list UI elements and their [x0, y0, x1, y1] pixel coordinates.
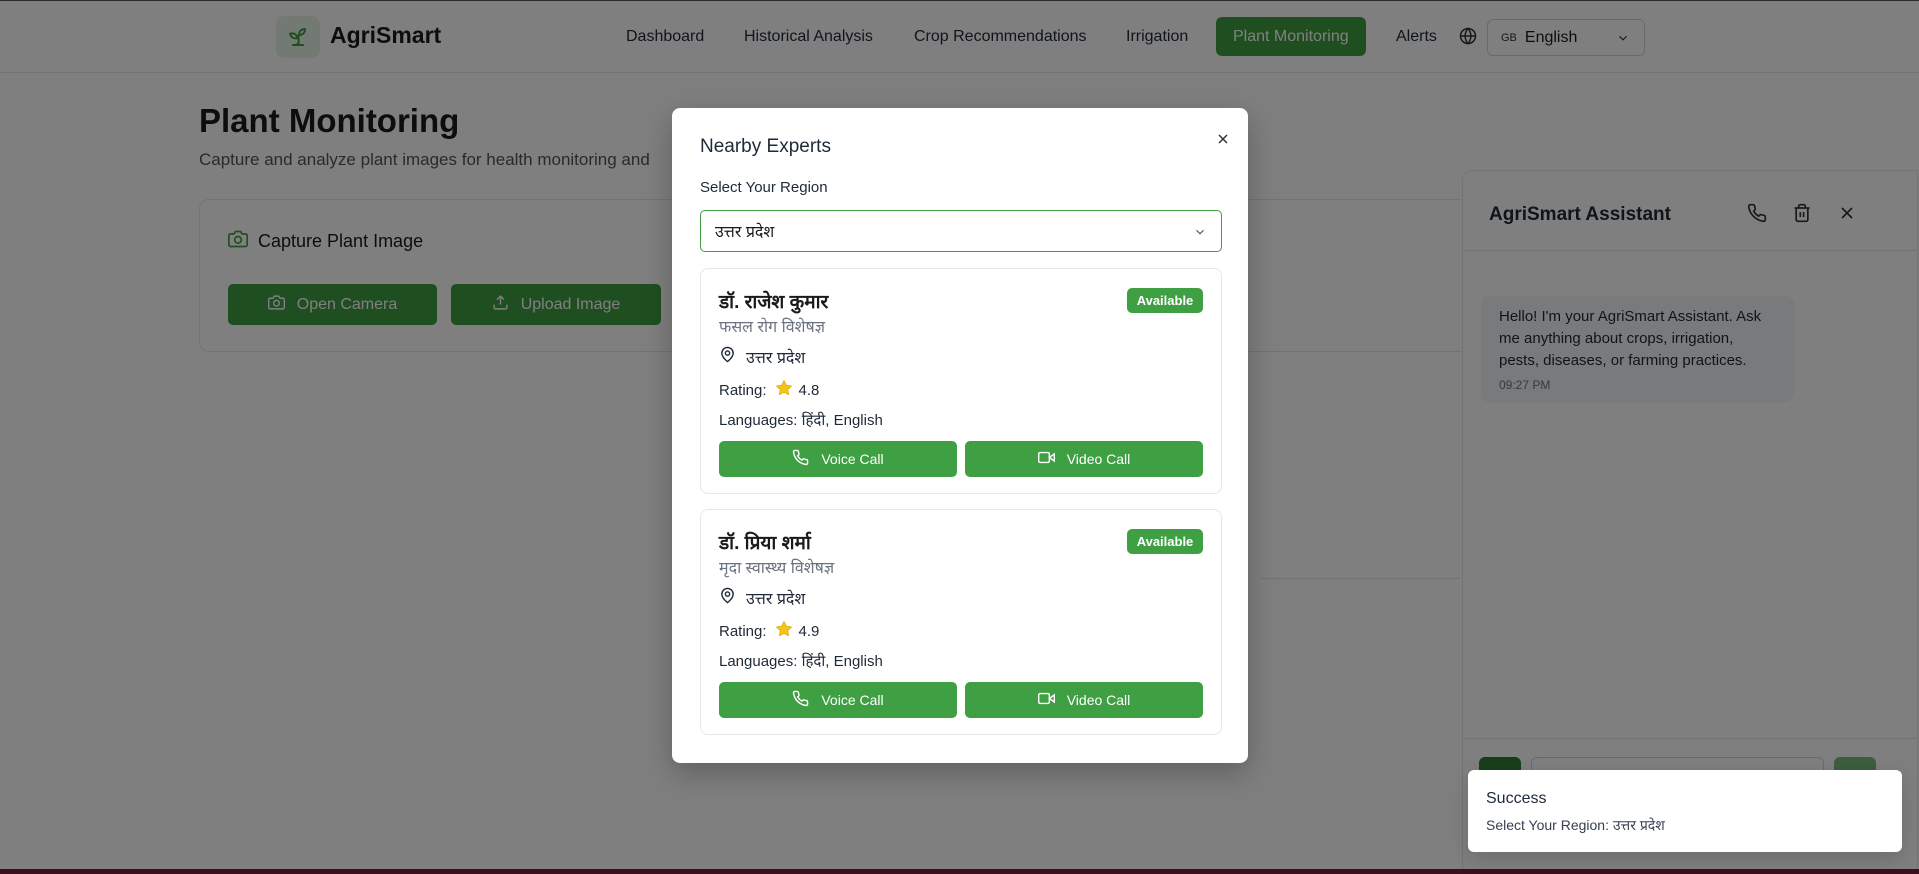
voice-call-button[interactable]: Voice Call: [719, 682, 957, 718]
region-select[interactable]: उत्तर प्रदेश: [700, 210, 1222, 252]
expert-location-text: उत्तर प्रदेश: [746, 350, 806, 367]
expert-location: उत्तर प्रदेश: [719, 346, 805, 368]
map-pin-icon: [719, 587, 736, 609]
expert-location: उत्तर प्रदेश: [719, 587, 805, 609]
expert-rating: Rating: 4.9: [719, 620, 819, 642]
region-value: उत्तर प्रदेश: [715, 224, 775, 241]
expert-card: डॉ. राजेश कुमार फसल रोग विशेषज्ञ Availab…: [700, 268, 1222, 494]
rating-value: 4.8: [798, 381, 820, 399]
video-call-button[interactable]: Video Call: [965, 682, 1203, 718]
chevron-down-icon: [1193, 225, 1207, 244]
expert-location-text: उत्तर प्रदेश: [746, 591, 806, 608]
toast-description: Select Your Region: उत्तर प्रदेश: [1486, 817, 1665, 833]
video-call-button[interactable]: Video Call: [965, 441, 1203, 477]
expert-specialty: फसल रोग विशेषज्ञ: [719, 319, 826, 336]
languages-value: हिंदी, English: [801, 653, 883, 670]
languages-label: Languages:: [719, 653, 798, 670]
expert-card: डॉ. प्रिया शर्मा मृदा स्वास्थ्य विशेषज्ञ…: [700, 509, 1222, 735]
rating-value: 4.9: [798, 622, 820, 640]
voice-call-button[interactable]: Voice Call: [719, 441, 957, 477]
phone-icon: [792, 690, 809, 710]
video-icon: [1037, 449, 1055, 469]
close-icon[interactable]: [1212, 128, 1234, 150]
video-call-label: Video Call: [1066, 451, 1131, 467]
expert-specialty: मृदा स्वास्थ्य विशेषज्ञ: [719, 560, 835, 577]
expert-languages: Languages: हिंदी, English: [719, 651, 883, 671]
star-icon: [775, 379, 793, 401]
languages-label: Languages:: [719, 412, 798, 429]
nearby-experts-modal: Nearby Experts Select Your Region उत्तर …: [672, 108, 1248, 763]
expert-rating: Rating: 4.8: [719, 379, 819, 401]
phone-icon: [792, 449, 809, 469]
map-pin-icon: [719, 346, 736, 368]
video-icon: [1037, 690, 1055, 710]
status-badge: Available: [1127, 288, 1203, 313]
expert-name: डॉ. प्रिया शर्मा: [719, 533, 811, 554]
rating-label: Rating:: [719, 381, 767, 399]
rating-label: Rating:: [719, 622, 767, 640]
success-toast[interactable]: Success Select Your Region: उत्तर प्रदेश: [1468, 770, 1902, 852]
voice-call-label: Voice Call: [821, 451, 884, 467]
status-badge: Available: [1127, 529, 1203, 554]
expert-name: डॉ. राजेश कुमार: [719, 292, 829, 313]
video-call-label: Video Call: [1066, 692, 1131, 708]
toast-title: Success: [1486, 790, 1547, 807]
region-label: Select Your Region: [700, 179, 828, 196]
star-icon: [775, 620, 793, 642]
modal-title: Nearby Experts: [700, 136, 831, 157]
expert-languages: Languages: हिंदी, English: [719, 410, 883, 430]
languages-value: हिंदी, English: [801, 412, 883, 429]
voice-call-label: Voice Call: [821, 692, 884, 708]
